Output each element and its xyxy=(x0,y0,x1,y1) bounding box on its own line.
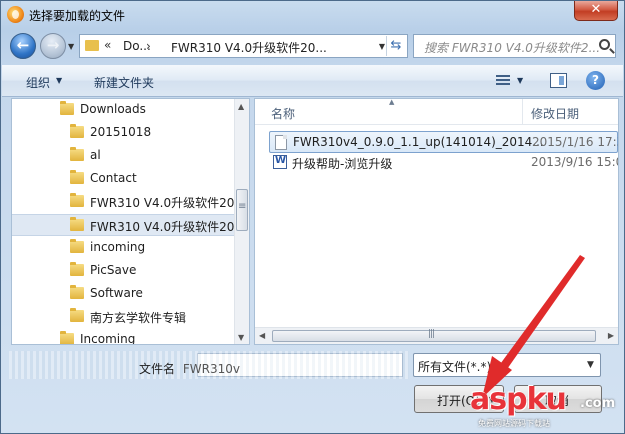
open-button-label: 打开(O) xyxy=(437,394,480,408)
tree-item-label: Downloads xyxy=(80,102,146,116)
view-options-icon[interactable] xyxy=(496,75,510,86)
word-doc-icon xyxy=(273,155,287,169)
folder-icon xyxy=(70,124,84,138)
folder-icon xyxy=(70,217,84,231)
chevron-down-icon[interactable]: ▼ xyxy=(582,355,599,375)
folder-icon xyxy=(70,170,84,184)
search-input[interactable]: 搜索 FWR310 V4.0升级软件2... xyxy=(413,34,616,58)
folder-icon xyxy=(70,308,84,322)
file-list-pane: 名称 ▲ 修改日期 FWR310v4_0.9.0_1.1_up(141014)_… xyxy=(254,98,619,345)
scrollbar-thumb[interactable] xyxy=(272,329,596,342)
file-name: FWR310v4_0.9.0_1.1_up(141014)_2014... xyxy=(293,135,544,149)
filename-label: 文件名 FWR310v xyxy=(139,360,240,377)
tree-item-label: 20151018 xyxy=(90,125,152,139)
horizontal-scrollbar[interactable]: ◀ ▶ xyxy=(255,327,618,344)
search-icon[interactable] xyxy=(599,39,610,50)
tree-item-label: FWR310 V4.0升级软件2015 xyxy=(90,220,250,234)
scroll-down-arrow[interactable]: ▼ xyxy=(238,333,244,342)
cancel-button-label: 取消 xyxy=(545,394,570,408)
file-name: 升级帮助-浏览升级 xyxy=(292,157,393,171)
folder-icon xyxy=(70,262,84,276)
chevron-down-icon[interactable]: ▼ xyxy=(489,395,495,404)
tree-item[interactable]: FWR310 V4.0升级软件2015 xyxy=(12,214,249,236)
new-folder-button[interactable]: 新建文件夹 xyxy=(94,74,154,91)
column-date-modified[interactable]: 修改日期 xyxy=(531,105,579,122)
title-bar: 选择要加载的文件 ✕ xyxy=(1,1,624,29)
filename-value[interactable]: FWR310v xyxy=(183,362,240,376)
file-icon xyxy=(275,135,287,150)
file-row[interactable]: 升级帮助-浏览升级 2013/9/16 15:0 xyxy=(269,152,618,174)
open-button[interactable]: 打开(O) ▼ xyxy=(414,385,504,413)
folder-icon xyxy=(60,331,74,344)
file-type-select[interactable]: 所有文件(*.*) ▼ xyxy=(413,353,601,377)
column-name[interactable]: 名称 xyxy=(271,105,295,122)
folder-icon xyxy=(70,285,84,299)
filename-label-text: 文件名 xyxy=(139,362,176,376)
navigation-bar: ← → ▼ « Do... › FWR310 V4.0升级软件20... ▼ ⇆… xyxy=(1,31,624,61)
tree-item-label: incoming xyxy=(90,240,146,254)
window-title: 选择要加载的文件 xyxy=(29,9,126,23)
tree-item-label: 南方玄学软件专辑 xyxy=(90,311,187,325)
help-icon[interactable]: ? xyxy=(586,71,605,90)
app-icon xyxy=(7,6,24,23)
tree-item[interactable]: Software xyxy=(12,283,234,305)
breadcrumb-overflow[interactable]: « xyxy=(104,38,111,52)
folder-icon xyxy=(70,193,84,207)
cancel-button[interactable]: 取消 xyxy=(514,385,602,413)
file-date: 2015/1/16 17:3 xyxy=(532,135,619,149)
close-button[interactable]: ✕ xyxy=(574,1,618,21)
scrollbar-thumb[interactable] xyxy=(236,189,248,231)
address-dropdown[interactable]: ▼ xyxy=(379,42,385,51)
tree-item[interactable]: Contact xyxy=(12,168,234,190)
scroll-left-arrow[interactable]: ◀ xyxy=(259,331,265,340)
folder-icon xyxy=(85,40,99,51)
address-bar[interactable]: « Do... › FWR310 V4.0升级软件20... ▼ ⇆ xyxy=(79,34,408,58)
tree-item[interactable]: incoming xyxy=(12,237,234,259)
breadcrumb-segment[interactable]: FWR310 V4.0升级软件20... xyxy=(171,39,327,56)
file-type-value: 所有文件(*.*) xyxy=(418,360,492,374)
tree-item[interactable]: al xyxy=(12,145,234,167)
tree-item-label: Contact xyxy=(90,171,137,185)
chevron-down-icon[interactable]: ▼ xyxy=(56,76,62,85)
command-bar: 组织 ▼ 新建文件夹 ▼ ? xyxy=(2,65,623,97)
sort-indicator-icon: ▲ xyxy=(389,98,395,106)
folder-icon xyxy=(60,101,74,115)
navigation-pane: Downloads 20151018 al Contact FWR310 V4.0升级软… xyxy=(11,98,250,345)
tree-item-label: Incoming xyxy=(80,332,136,345)
tree-item[interactable]: Downloads xyxy=(12,99,234,121)
tree-item-label: FWR310 V4.0升级软件2015 xyxy=(90,196,250,210)
preview-pane-icon[interactable] xyxy=(550,73,567,88)
tree-item[interactable]: FWR310 V4.0升级软件2015 xyxy=(12,191,249,213)
back-button[interactable]: ← xyxy=(10,33,36,59)
tree-item[interactable]: 20151018 xyxy=(12,122,234,144)
tree-item-label: Software xyxy=(90,286,143,300)
scroll-up-arrow[interactable]: ▲ xyxy=(238,102,244,111)
folder-icon xyxy=(70,147,84,161)
file-row[interactable]: FWR310v4_0.9.0_1.1_up(141014)_2014... 201… xyxy=(269,131,618,153)
recent-pages-dropdown[interactable]: ▼ xyxy=(68,42,74,51)
forward-button[interactable]: → xyxy=(40,33,66,59)
column-divider[interactable] xyxy=(522,99,523,125)
tree-item-label: PicSave xyxy=(90,263,137,277)
file-open-dialog: 选择要加载的文件 ✕ ← → ▼ « Do... › FWR310 V4.0升级… xyxy=(0,0,625,434)
organize-menu[interactable]: 组织 xyxy=(26,74,50,91)
tree-item[interactable]: PicSave xyxy=(12,260,234,282)
search-placeholder: 搜索 FWR310 V4.0升级软件2... xyxy=(424,41,601,55)
column-header: 名称 ▲ 修改日期 xyxy=(255,99,618,125)
refresh-button[interactable]: ⇆ xyxy=(386,36,405,56)
breadcrumb-arrow[interactable]: › xyxy=(146,39,151,53)
file-date: 2013/9/16 15:0 xyxy=(531,155,619,169)
tree-item[interactable]: Incoming xyxy=(12,329,234,345)
navigation-scrollbar[interactable]: ▲ ▼ xyxy=(234,99,249,344)
tree-item-label: al xyxy=(90,148,101,162)
scroll-right-arrow[interactable]: ▶ xyxy=(608,331,614,340)
chevron-down-icon[interactable]: ▼ xyxy=(517,76,523,85)
tree-item[interactable]: 南方玄学软件专辑 xyxy=(12,306,234,328)
folder-icon xyxy=(70,239,84,253)
